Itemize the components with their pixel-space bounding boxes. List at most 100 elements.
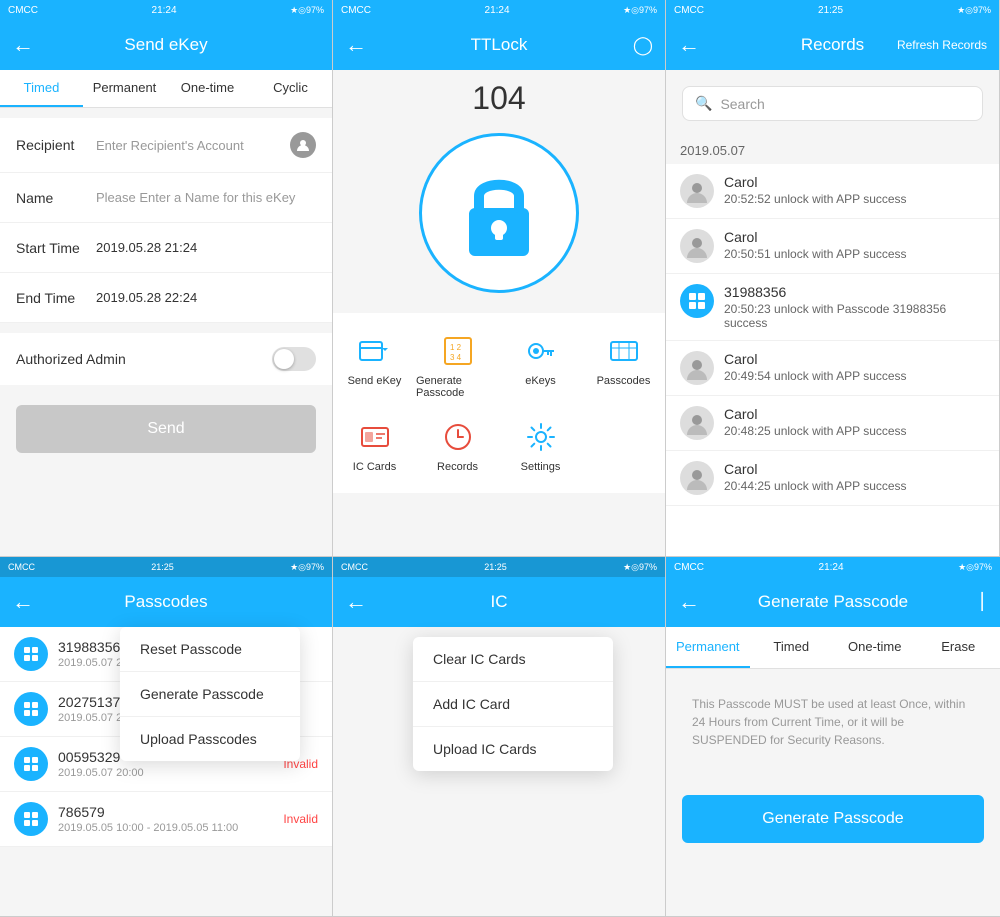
date-header: 2019.05.07: [666, 137, 999, 164]
send-ekey-form: Recipient Enter Recipient's Account Name…: [0, 118, 332, 323]
tab-gen-erase[interactable]: Erase: [917, 627, 1000, 668]
menu-send-ekey[interactable]: Send eKey: [333, 323, 416, 409]
carrier-5: CMCC: [341, 562, 368, 572]
passcode-grid-icon-0: [14, 637, 48, 671]
carrier-6: CMCC: [674, 562, 704, 573]
name-input[interactable]: Please Enter a Name for this eKey: [96, 190, 316, 205]
start-time-value[interactable]: 2019.05.28 21:24: [96, 240, 316, 255]
ekeys-icon: [523, 333, 559, 369]
end-time-value[interactable]: 2019.05.28 22:24: [96, 290, 316, 305]
passcodes-body: 31988356 2019.05.07 20:00 20275137 2019.…: [0, 627, 332, 916]
dropdown-reset-passcode[interactable]: Reset Passcode: [120, 627, 300, 672]
toggle-knob: [274, 349, 294, 369]
generate-passcode-icon: 1 23 4: [440, 333, 476, 369]
menu-settings-label: Settings: [521, 461, 561, 473]
passcode-info-3: 786579 2019.05.05 10:00 - 2019.05.05 11:…: [58, 804, 283, 834]
send-ekey-tabs: Timed Permanent One-time Cyclic: [0, 70, 332, 108]
record-item-5: Carol 20:44:25 unlock with APP success: [666, 451, 999, 506]
start-time-label: Start Time: [16, 240, 96, 256]
time-5: 21:25: [484, 562, 507, 572]
carrier-4: CMCC: [8, 562, 35, 572]
ic-cards-topbar: ← IC: [333, 577, 665, 627]
svg-text:1 2: 1 2: [450, 343, 462, 352]
passcode-item-3: 786579 2019.05.05 10:00 - 2019.05.05 11:…: [0, 792, 332, 847]
dropdown-clear-ic-cards[interactable]: Clear IC Cards: [413, 637, 613, 682]
dropdown-upload-ic-cards[interactable]: Upload IC Cards: [413, 727, 613, 771]
back-button-6[interactable]: ←: [678, 589, 700, 615]
record-name-3: Carol: [724, 351, 985, 367]
back-button-2[interactable]: ←: [345, 32, 367, 58]
svg-text:3 4: 3 4: [450, 353, 462, 362]
status-bar-5: CMCC 21:25 ★◎97%: [333, 557, 665, 577]
passcode-status-3: Invalid: [283, 812, 318, 826]
menu-ic-cards[interactable]: IC Cards: [333, 409, 416, 483]
time-3: 21:25: [818, 5, 843, 16]
recipient-input[interactable]: Enter Recipient's Account: [96, 138, 286, 153]
tab-cyclic[interactable]: Cyclic: [249, 70, 332, 107]
status-icons-3: ★◎97%: [957, 5, 991, 16]
record-content-3: Carol 20:49:54 unlock with APP success: [724, 351, 985, 383]
record-detail-3: 20:49:54 unlock with APP success: [724, 369, 985, 383]
tab-gen-permanent[interactable]: Permanent: [666, 627, 750, 668]
send-ekey-topbar: ← Send eKey: [0, 20, 332, 70]
back-button-3[interactable]: ←: [678, 32, 700, 58]
record-detail-0: 20:52:52 unlock with APP success: [724, 192, 985, 206]
gen-passcode-topbar: ← Generate Passcode ⎢: [666, 577, 1000, 627]
record-item-2: 31988356 20:50:23 unlock with Passcode 3…: [666, 274, 999, 341]
name-label: Name: [16, 190, 96, 206]
dropdown-generate-passcode[interactable]: Generate Passcode: [120, 672, 300, 717]
refresh-records-button[interactable]: Refresh Records: [897, 38, 987, 52]
menu-records[interactable]: Records: [416, 409, 499, 483]
status-icons-4: ★◎97%: [290, 562, 324, 573]
search-bar[interactable]: 🔍 Search: [682, 86, 983, 121]
status-bar-6: CMCC 21:24 ★◎97%: [666, 557, 1000, 577]
end-time-label: End Time: [16, 290, 96, 306]
tab-gen-timed[interactable]: Timed: [750, 627, 834, 668]
back-button-4[interactable]: ←: [12, 589, 34, 615]
menu-settings[interactable]: Settings: [499, 409, 582, 483]
name-row: Name Please Enter a Name for this eKey: [0, 173, 332, 223]
carrier-1: CMCC: [8, 5, 38, 16]
tab-gen-one-time[interactable]: One-time: [833, 627, 917, 668]
lock-icon: [459, 168, 539, 258]
menu-records-label: Records: [437, 461, 478, 473]
menu-passcodes[interactable]: Passcodes: [582, 323, 665, 409]
menu-ekeys-label: eKeys: [525, 375, 556, 387]
record-detail-5: 20:44:25 unlock with APP success: [724, 479, 985, 493]
send-ekey-icon: [357, 333, 393, 369]
lock-circle-container: [333, 133, 665, 293]
passcode-date-3: 2019.05.05 10:00 - 2019.05.05 11:00: [58, 822, 283, 834]
settings-icon: [523, 419, 559, 455]
generate-passcode-button[interactable]: Generate Passcode: [682, 795, 984, 843]
search-container: 🔍 Search: [666, 70, 999, 137]
record-content-2: 31988356 20:50:23 unlock with Passcode 3…: [724, 284, 985, 330]
back-button-5[interactable]: ←: [345, 589, 367, 615]
ttlock-title: TTLock: [471, 35, 528, 55]
back-button-1[interactable]: ←: [12, 32, 34, 58]
gen-passcode-info: This Passcode MUST be used at least Once…: [676, 679, 990, 765]
lock-circle[interactable]: [419, 133, 579, 293]
ic-cards-screen: CMCC 21:25 ★◎97% ← IC Clear IC Cards Add…: [333, 557, 666, 917]
ttlock-settings-icon[interactable]: ◯: [633, 35, 653, 56]
menu-generate-passcode[interactable]: 1 23 4 Generate Passcode: [416, 323, 499, 409]
record-avatar-0: [680, 174, 714, 208]
dropdown-add-ic-card[interactable]: Add IC Card: [413, 682, 613, 727]
tab-timed[interactable]: Timed: [0, 70, 83, 107]
tab-permanent[interactable]: Permanent: [83, 70, 166, 107]
records-topbar: ← Records Refresh Records: [666, 20, 999, 70]
end-time-row: End Time 2019.05.28 22:24: [0, 273, 332, 323]
export-icon[interactable]: ⎢: [980, 592, 988, 612]
send-button[interactable]: Send: [16, 405, 316, 453]
record-content-0: Carol 20:52:52 unlock with APP success: [724, 174, 985, 206]
passcodes-topbar: ← Passcodes: [0, 577, 332, 627]
tab-one-time[interactable]: One-time: [166, 70, 249, 107]
dropdown-upload-passcodes[interactable]: Upload Passcodes: [120, 717, 300, 761]
start-time-row: Start Time 2019.05.28 21:24: [0, 223, 332, 273]
record-item-0: Carol 20:52:52 unlock with APP success: [666, 164, 999, 219]
recipient-row: Recipient Enter Recipient's Account: [0, 118, 332, 173]
lock-number: 104: [333, 80, 665, 117]
status-icons-1: ★◎97%: [290, 5, 324, 16]
menu-ekeys[interactable]: eKeys: [499, 323, 582, 409]
authorized-admin-row: Authorized Admin: [0, 333, 332, 385]
authorized-toggle[interactable]: [272, 347, 316, 371]
